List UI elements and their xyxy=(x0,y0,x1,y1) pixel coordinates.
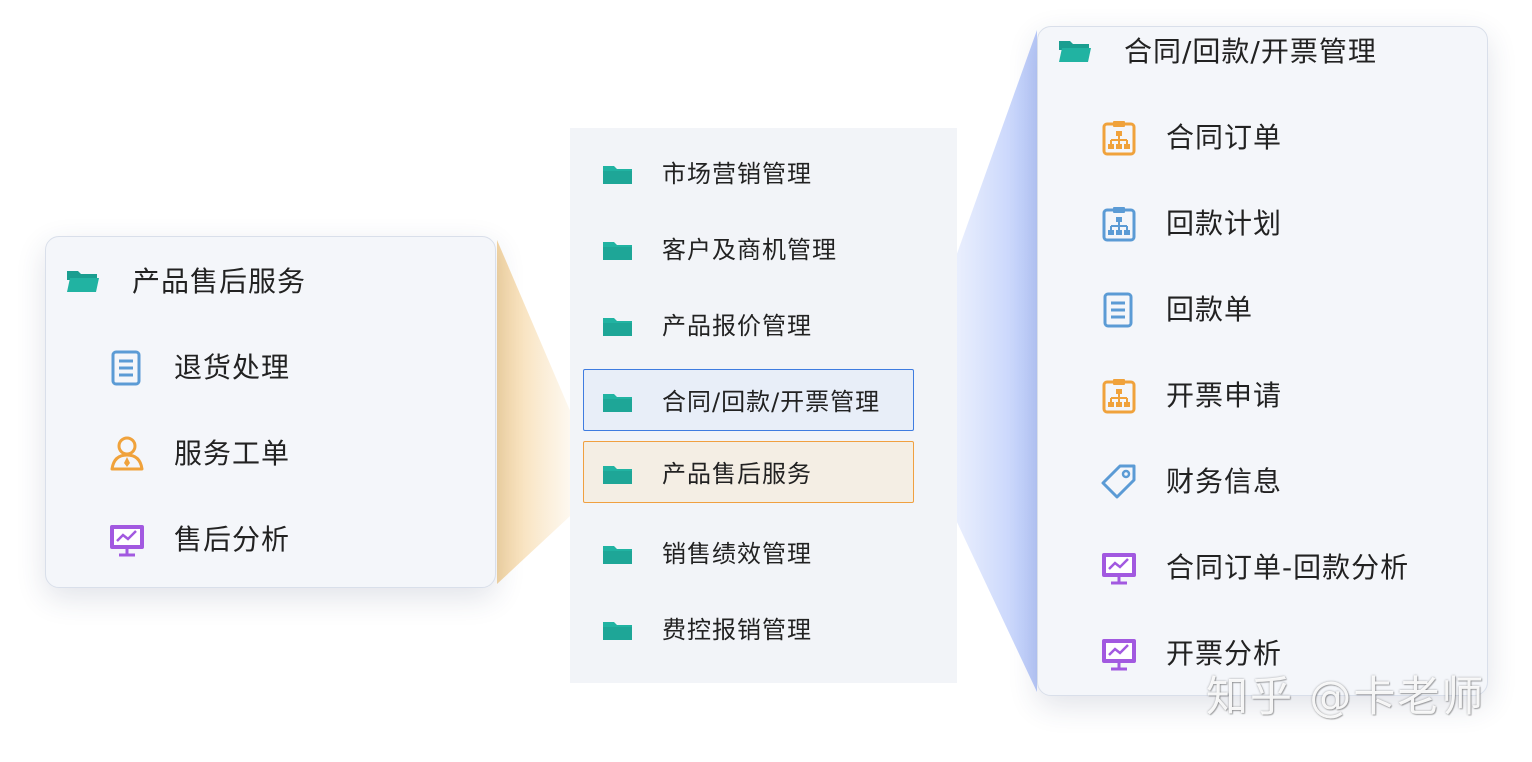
tag-icon xyxy=(1101,464,1136,499)
menu-item-label: 市场营销管理 xyxy=(662,160,812,188)
menu-item-customer[interactable]: 客户及商机管理 xyxy=(583,217,914,279)
folder-icon xyxy=(603,622,632,640)
folder-open-icon xyxy=(1059,41,1091,62)
folder-icon xyxy=(603,546,632,564)
menu-item-expense[interactable]: 费控报销管理 xyxy=(583,597,914,659)
panel-item-label: 合同订单 xyxy=(1166,121,1283,154)
chart-monitor-icon xyxy=(110,525,144,557)
menu-item-quotation[interactable]: 产品报价管理 xyxy=(583,293,914,355)
service-person-icon xyxy=(110,436,144,471)
watermark: 知乎 @卡老师 xyxy=(1206,672,1486,721)
menu-item-label: 产品报价管理 xyxy=(662,312,812,340)
folder-icon xyxy=(603,466,632,484)
menu-item-after-sales[interactable]: 产品售后服务 xyxy=(583,441,914,503)
menu-item-label: 客户及商机管理 xyxy=(662,236,837,264)
menu-item-label: 合同/回款/开票管理 xyxy=(662,388,881,416)
menu-item-label: 产品售后服务 xyxy=(662,460,812,488)
folder-icon xyxy=(603,242,632,260)
clipboard-org-icon xyxy=(1102,121,1136,156)
menu-item-sales-performance[interactable]: 销售绩效管理 xyxy=(583,521,914,583)
clipboard-org-icon xyxy=(1102,379,1136,414)
folder-icon xyxy=(603,394,632,412)
folder-open-icon xyxy=(67,271,99,292)
panel-item-label: 售后分析 xyxy=(174,523,291,556)
panel-title: 合同/回款/开票管理 xyxy=(1124,35,1377,68)
folder-icon xyxy=(603,318,632,336)
contract-panel: 合同/回款/开票管理 合同订单 回款计划 回款单 开票申请 财务信息 合同订单-… xyxy=(1037,26,1488,696)
after-sales-panel: 产品售后服务 退货处理 服务工单 售后分析 xyxy=(45,236,496,588)
document-icon xyxy=(1103,292,1133,328)
panel-item-label: 财务信息 xyxy=(1166,465,1283,498)
clipboard-org-icon xyxy=(1102,207,1136,242)
menu-item-marketing[interactable]: 市场营销管理 xyxy=(583,141,914,203)
chart-monitor-icon xyxy=(1102,553,1136,585)
panel-item-label: 退货处理 xyxy=(174,351,291,384)
panel-item-label: 回款单 xyxy=(1166,293,1254,326)
folder-icon xyxy=(603,166,632,184)
panel-item-label: 服务工单 xyxy=(174,437,291,470)
panel-item-label: 回款计划 xyxy=(1166,207,1283,240)
menu-item-label: 销售绩效管理 xyxy=(662,540,812,568)
menu-item-contract[interactable]: 合同/回款/开票管理 xyxy=(583,369,914,431)
panel-item-label: 开票申请 xyxy=(1166,379,1283,412)
chart-monitor-icon xyxy=(1102,639,1136,671)
module-menu: 市场营销管理 客户及商机管理 产品报价管理 合同/回款/开票管理 产品售后服务 … xyxy=(570,128,957,683)
menu-item-label: 费控报销管理 xyxy=(662,616,812,644)
panel-item-label: 合同订单-回款分析 xyxy=(1166,551,1410,584)
document-icon xyxy=(111,350,141,386)
panel-item-label: 开票分析 xyxy=(1166,637,1283,670)
panel-title: 产品售后服务 xyxy=(132,265,307,298)
